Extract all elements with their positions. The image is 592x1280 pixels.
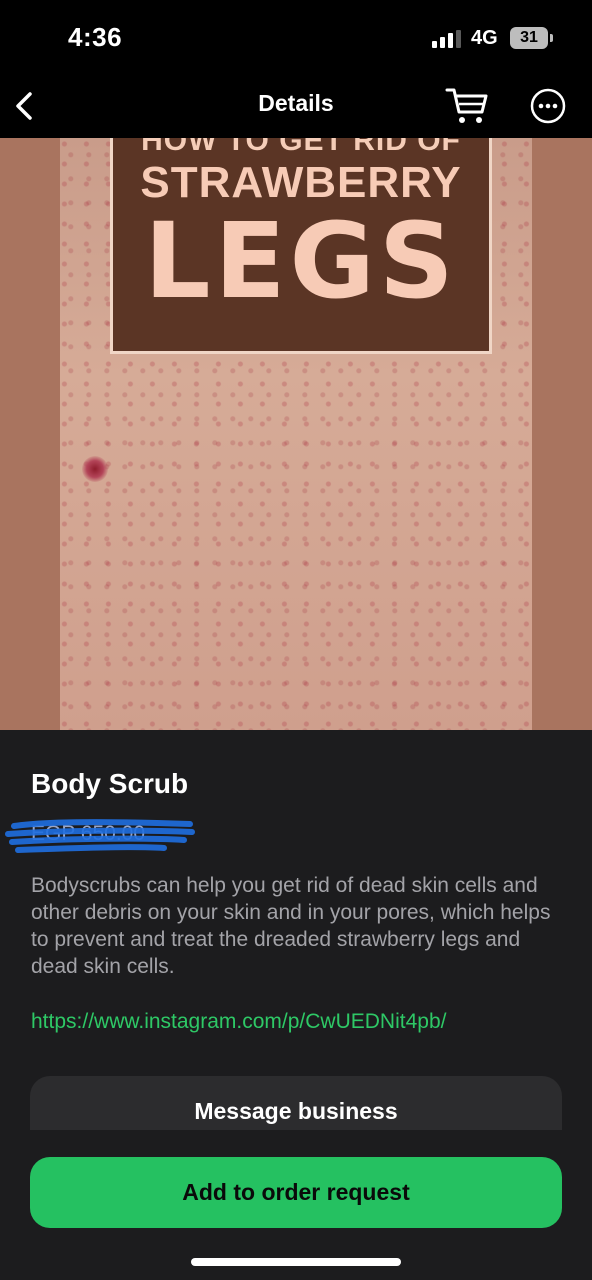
- network-type: 4G: [471, 27, 498, 49]
- product-details: Body Scrub EGP 650.00 Bodyscrubs can hel…: [0, 730, 592, 1146]
- battery-level: 31: [520, 29, 538, 46]
- back-chevron-icon[interactable]: [10, 86, 50, 126]
- product-name: Body Scrub: [31, 768, 189, 799]
- bottom-bar: Add to order request: [0, 1130, 592, 1280]
- battery-icon: 31: [510, 27, 548, 49]
- home-indicator[interactable]: [191, 1258, 401, 1266]
- signal-icon: [432, 30, 462, 48]
- screen: 4:36 4G 31 Details HOW TO GET RID OF STR…: [0, 0, 592, 1280]
- poster-line-1: HOW TO GET RID OF: [141, 138, 461, 157]
- nav-bar: Details: [0, 76, 592, 138]
- price-scribble-mark: [5, 819, 195, 853]
- skin-spot: [82, 456, 108, 482]
- product-image[interactable]: HOW TO GET RID OF STRAWBERRY LEGS: [0, 138, 592, 730]
- status-time: 4:36: [68, 22, 123, 52]
- add-to-order-button[interactable]: Add to order request: [30, 1157, 562, 1228]
- cart-icon[interactable]: [444, 84, 490, 126]
- product-description: Bodyscrubs can help you get rid of dead …: [31, 874, 551, 978]
- product-link[interactable]: https://www.instagram.com/p/CwUEDNit4pb/: [31, 1010, 446, 1034]
- more-options-icon[interactable]: [528, 86, 568, 126]
- poster-line-3: LEGS: [144, 200, 458, 322]
- battery-tip: [550, 34, 553, 42]
- page-title: Details: [258, 90, 334, 116]
- status-bar: 4:36 4G 31: [0, 0, 592, 76]
- image-poster: HOW TO GET RID OF STRAWBERRY LEGS: [110, 138, 492, 354]
